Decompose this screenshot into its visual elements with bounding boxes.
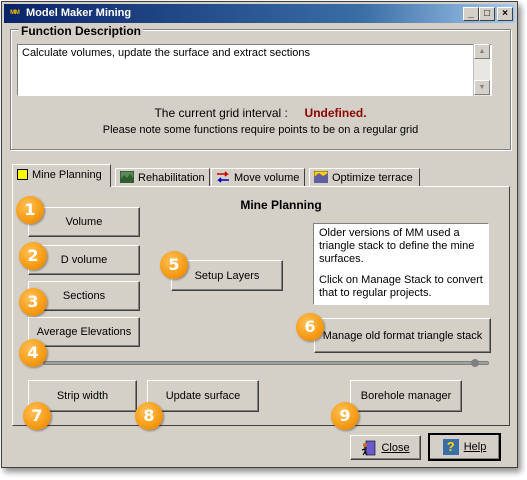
close-window-button[interactable]: × bbox=[497, 7, 513, 21]
info-text-2: Click on Manage Stack to convert that to… bbox=[319, 274, 483, 299]
tab-label: Optimize terrace bbox=[332, 172, 413, 184]
minimize-button[interactable]: _ bbox=[463, 7, 479, 21]
function-description-label: Function Description bbox=[19, 24, 143, 38]
badge-3: 3 bbox=[19, 288, 47, 316]
window-title: Model Maker Mining bbox=[26, 7, 132, 19]
terrace-icon bbox=[314, 171, 328, 183]
tab-rehabilitation[interactable]: Rehabilitation bbox=[115, 168, 210, 187]
landscape-icon bbox=[120, 171, 134, 183]
badge-6: 6 bbox=[296, 313, 324, 341]
average-elevations-button[interactable]: Average Elevations bbox=[28, 317, 140, 347]
badge-2: 2 bbox=[19, 242, 47, 270]
update-surface-button[interactable]: Update surface bbox=[147, 380, 259, 412]
tab-mine-planning[interactable]: Mine Planning bbox=[12, 164, 111, 187]
description-text-box[interactable]: Calculate volumes, update the surface an… bbox=[17, 44, 492, 96]
scroll-down-icon[interactable]: ▼ bbox=[474, 80, 490, 95]
tab-label: Mine Planning bbox=[32, 169, 102, 181]
grid-interval-value: Undefined. bbox=[304, 106, 367, 120]
close-button[interactable]: Close bbox=[350, 435, 421, 460]
main-window: ᴹᴹ Model Maker Mining _ □ × Function Des… bbox=[1, 1, 518, 468]
function-description-group: Function Description Calculate volumes, … bbox=[10, 24, 511, 150]
slider-thumb[interactable] bbox=[471, 359, 479, 367]
badge-5: 5 bbox=[160, 251, 188, 279]
help-button[interactable]: ? Help bbox=[428, 433, 501, 461]
tab-move-volume[interactable]: Move volume bbox=[211, 168, 305, 187]
tab-optimize-terrace[interactable]: Optimize terrace bbox=[309, 168, 420, 187]
info-text-1: Older versions of MM used a triangle sta… bbox=[319, 227, 475, 265]
badge-9: 9 bbox=[331, 402, 359, 430]
arrows-icon bbox=[217, 171, 229, 183]
scroll-up-icon[interactable]: ▲ bbox=[474, 44, 490, 59]
mine-planning-panel: Mine Planning Volume D volume Sections A… bbox=[12, 186, 510, 430]
description-scrollbar[interactable]: ▲ ▼ bbox=[473, 44, 490, 96]
badge-4: 4 bbox=[19, 339, 47, 367]
volume-button[interactable]: Volume bbox=[28, 207, 140, 237]
close-button-label: Close bbox=[381, 441, 410, 454]
grid-note: Please note some functions require point… bbox=[102, 124, 419, 136]
help-question-icon: ? bbox=[442, 439, 459, 455]
badge-1: 1 bbox=[16, 196, 44, 224]
slider-track[interactable] bbox=[43, 361, 489, 365]
door-exit-icon bbox=[362, 440, 376, 455]
badge-8: 8 bbox=[135, 402, 163, 430]
yellow-square-icon bbox=[17, 169, 28, 180]
tab-label: Rehabilitation bbox=[138, 172, 205, 184]
maximize-button[interactable]: □ bbox=[479, 7, 495, 21]
borehole-manager-button[interactable]: Borehole manager bbox=[350, 380, 462, 412]
app-icon: ᴹᴹ bbox=[10, 8, 20, 18]
title-bar: ᴹᴹ Model Maker Mining _ □ × bbox=[4, 4, 515, 23]
triangle-stack-info-box: Older versions of MM used a triangle sta… bbox=[313, 223, 489, 305]
badge-7: 7 bbox=[23, 402, 51, 430]
grid-interval-row: The current grid interval : Undefined. bbox=[11, 106, 510, 120]
help-button-label: Help bbox=[463, 441, 487, 453]
description-text: Calculate volumes, update the surface an… bbox=[22, 47, 310, 59]
grid-interval-label: The current grid interval : bbox=[154, 106, 288, 120]
manage-triangle-stack-button[interactable]: Manage old format triangle stack bbox=[314, 318, 491, 353]
tab-label: Move volume bbox=[234, 172, 300, 184]
